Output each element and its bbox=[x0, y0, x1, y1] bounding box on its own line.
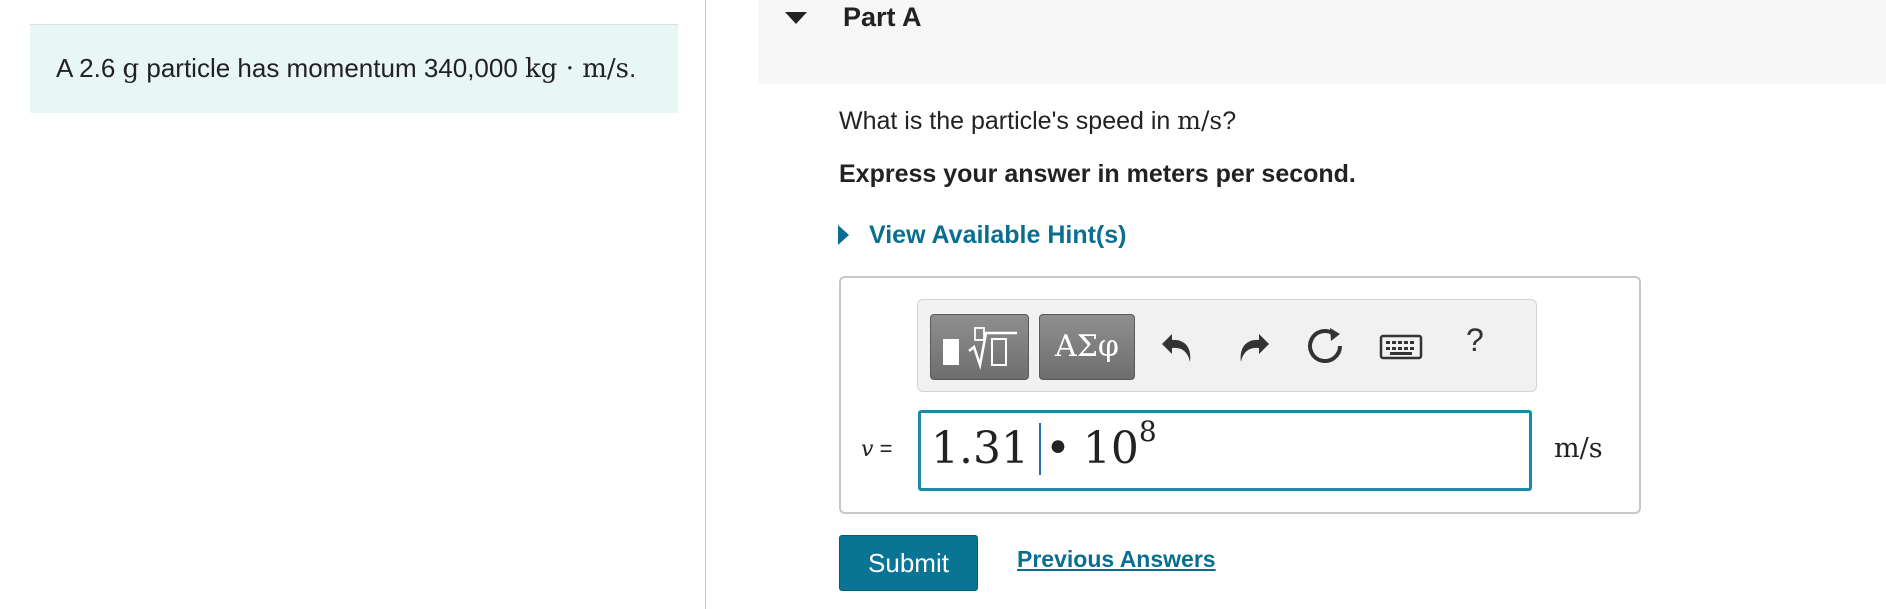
question-end: ? bbox=[1222, 107, 1237, 135]
answer-variable-label: v = bbox=[861, 436, 892, 462]
submit-button[interactable]: Submit bbox=[839, 535, 978, 591]
greek-letters-icon: ΑΣφ bbox=[1055, 329, 1119, 364]
view-hints-label[interactable]: View Available Hint(s) bbox=[869, 221, 1126, 250]
answer-exponent: 8 bbox=[1138, 415, 1157, 448]
templates-button[interactable] bbox=[930, 314, 1029, 380]
reset-icon[interactable] bbox=[1304, 324, 1348, 368]
answer-instruction: Express your answer in meters per second… bbox=[839, 160, 1356, 188]
momentum-unit: kg · m/s bbox=[525, 54, 629, 84]
help-icon[interactable]: ? bbox=[1466, 322, 1484, 359]
part-header[interactable]: Part A bbox=[758, 0, 1886, 84]
expand-triangle-icon bbox=[838, 225, 849, 245]
problem-statement: A 2.6 g particle has momentum 340,000 kg… bbox=[56, 53, 636, 84]
problem-text-mid: particle has momentum 340,000 bbox=[139, 53, 526, 83]
text-cursor bbox=[1038, 423, 1041, 475]
page: A 2.6 g particle has momentum 340,000 kg… bbox=[0, 0, 1886, 609]
panel-divider bbox=[705, 0, 706, 609]
problem-panel: A 2.6 g particle has momentum 340,000 kg… bbox=[30, 24, 678, 113]
problem-text-prefix: A 2.6 bbox=[56, 53, 123, 83]
answer-expression: 1.31 • 10 8 bbox=[931, 415, 1157, 475]
collapse-triangle-icon[interactable] bbox=[785, 12, 807, 24]
problem-text-suffix: . bbox=[628, 53, 637, 83]
previous-answers-link[interactable]: Previous Answers bbox=[1017, 546, 1216, 573]
answer-unit: m/s bbox=[1554, 433, 1603, 464]
answer-input[interactable]: 1.31 • 10 8 bbox=[918, 410, 1532, 491]
mass-unit: g bbox=[122, 54, 140, 84]
answer-variable: v bbox=[861, 437, 874, 462]
undo-icon[interactable] bbox=[1156, 324, 1200, 368]
answer-mantissa: 1.31 bbox=[931, 423, 1029, 474]
templates-icon bbox=[943, 327, 1017, 370]
view-hints-toggle[interactable]: View Available Hint(s) bbox=[838, 220, 1126, 250]
greek-letters-button[interactable]: ΑΣφ bbox=[1039, 314, 1135, 380]
question-text-body: What is the particle's speed in bbox=[839, 107, 1178, 135]
question-text: What is the particle's speed in m/s? bbox=[839, 106, 1236, 136]
redo-icon[interactable] bbox=[1231, 324, 1275, 368]
answer-operator: • bbox=[1044, 423, 1071, 474]
answer-equals: = bbox=[879, 436, 893, 461]
keyboard-icon[interactable] bbox=[1378, 324, 1424, 368]
math-toolbar: ΑΣφ ? bbox=[917, 299, 1537, 392]
part-title: Part A bbox=[843, 2, 922, 32]
question-unit: m/s bbox=[1177, 106, 1223, 135]
answer-base: 10 bbox=[1082, 423, 1139, 474]
